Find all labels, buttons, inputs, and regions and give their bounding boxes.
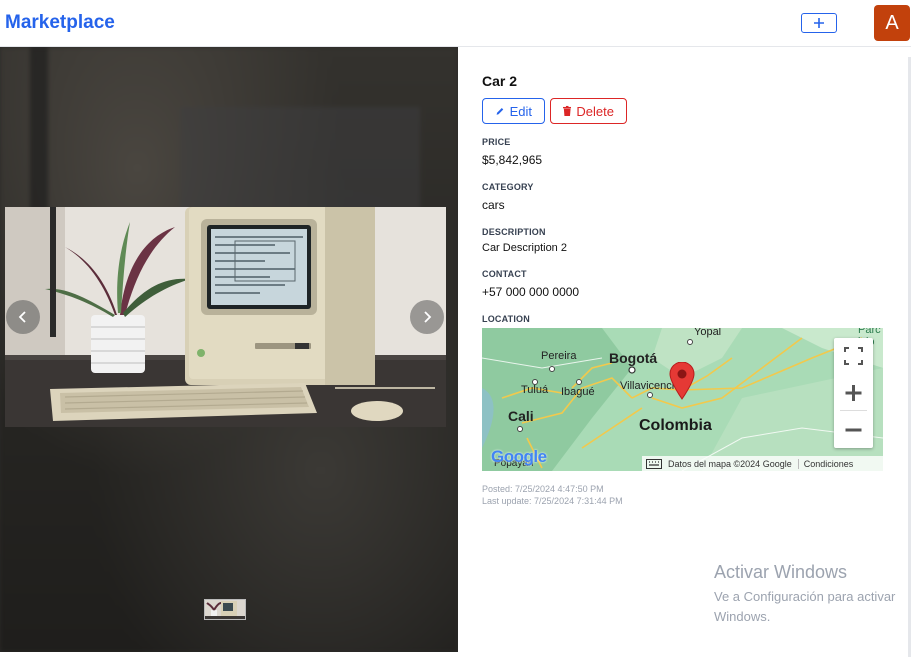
avatar[interactable]: A — [874, 5, 910, 41]
contact-value: +57 000 000 0000 — [482, 285, 580, 299]
google-logo[interactable]: Google — [491, 447, 547, 467]
location-map[interactable]: Yopal Pereira Bogotá Villavicencio Tuluá… — [482, 328, 883, 471]
category-label: CATEGORY — [482, 182, 534, 192]
location-marker-icon[interactable] — [668, 362, 696, 400]
description-value: Car Description 2 — [482, 242, 567, 254]
listing-title: Car 2 — [482, 73, 518, 89]
price-label: PRICE — [482, 137, 511, 147]
location-label: LOCATION — [482, 314, 530, 324]
watermark-title: Activar Windows — [714, 562, 848, 582]
zoom-out-icon[interactable] — [834, 412, 873, 448]
gallery-prev-button[interactable] — [6, 300, 40, 334]
gallery-next-button[interactable] — [410, 300, 444, 334]
gallery-thumbnail[interactable] — [204, 599, 246, 620]
edit-button-label: Edit — [509, 103, 532, 119]
map-footer: Datos del mapa ©2024 Google Condiciones — [642, 456, 883, 471]
description-label: DESCRIPTION — [482, 227, 546, 237]
chevron-right-icon — [424, 311, 432, 323]
delete-button[interactable]: Delete — [550, 98, 627, 124]
last-update-date: Last update: 7/25/2024 7:31:44 PM — [482, 496, 623, 506]
image-gallery — [0, 47, 458, 652]
posted-date: Posted: 7/25/2024 4:47:50 PM — [482, 484, 604, 494]
zoom-in-icon[interactable] — [834, 375, 873, 411]
main-photo — [5, 207, 446, 427]
watermark-subtitle: Ve a Configuración para activar Windows. — [714, 589, 896, 624]
keyboard-icon[interactable] — [646, 458, 662, 469]
map-controls — [834, 338, 873, 448]
top-bar: Marketplace A — [0, 0, 911, 47]
brand-title[interactable]: Marketplace — [5, 12, 115, 34]
delete-button-label: Delete — [576, 103, 614, 119]
pencil-icon — [496, 107, 504, 115]
chevron-left-icon — [18, 311, 26, 323]
map-terms-link[interactable]: Condiciones — [797, 458, 853, 469]
plus-icon — [814, 18, 824, 28]
price-value: $5,842,965 — [482, 153, 543, 167]
map-attribution: Datos del mapa ©2024 Google — [668, 458, 792, 469]
fullscreen-icon[interactable] — [834, 338, 873, 374]
trash-icon — [563, 105, 572, 117]
windows-activation-watermark: Activar Windows Ve a Configuración para … — [714, 562, 911, 627]
edit-button[interactable]: Edit — [482, 98, 545, 124]
add-listing-button[interactable] — [801, 13, 837, 33]
category-value: cars — [482, 198, 505, 212]
contact-label: CONTACT — [482, 269, 527, 279]
